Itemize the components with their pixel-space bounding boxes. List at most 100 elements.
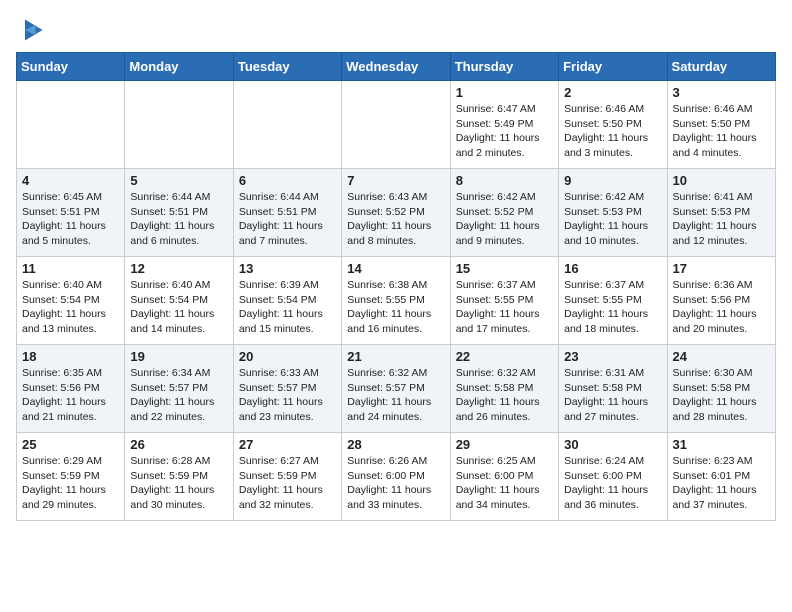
day-info: Sunrise: 6:23 AMSunset: 6:01 PMDaylight:… [673,454,770,513]
week-row-2: 4 Sunrise: 6:45 AMSunset: 5:51 PMDaylight… [17,169,776,257]
calendar-cell: 24 Sunrise: 6:30 AMSunset: 5:58 PMDayligh… [667,345,775,433]
day-number: 21 [347,349,444,364]
day-info: Sunrise: 6:30 AMSunset: 5:58 PMDaylight:… [673,366,770,425]
calendar-cell: 30 Sunrise: 6:24 AMSunset: 6:00 PMDayligh… [559,433,667,521]
day-number: 31 [673,437,770,452]
day-number: 30 [564,437,661,452]
day-number: 29 [456,437,553,452]
calendar-cell: 8 Sunrise: 6:42 AMSunset: 5:52 PMDaylight… [450,169,558,257]
calendar-cell: 17 Sunrise: 6:36 AMSunset: 5:56 PMDayligh… [667,257,775,345]
calendar-cell: 31 Sunrise: 6:23 AMSunset: 6:01 PMDayligh… [667,433,775,521]
calendar-cell: 19 Sunrise: 6:34 AMSunset: 5:57 PMDayligh… [125,345,233,433]
day-info: Sunrise: 6:33 AMSunset: 5:57 PMDaylight:… [239,366,336,425]
calendar-cell: 9 Sunrise: 6:42 AMSunset: 5:53 PMDaylight… [559,169,667,257]
day-info: Sunrise: 6:31 AMSunset: 5:58 PMDaylight:… [564,366,661,425]
day-info: Sunrise: 6:38 AMSunset: 5:55 PMDaylight:… [347,278,444,337]
day-number: 24 [673,349,770,364]
calendar-cell [342,81,450,169]
logo [16,16,46,44]
day-info: Sunrise: 6:32 AMSunset: 5:58 PMDaylight:… [456,366,553,425]
calendar-cell: 3 Sunrise: 6:46 AMSunset: 5:50 PMDaylight… [667,81,775,169]
calendar-cell: 12 Sunrise: 6:40 AMSunset: 5:54 PMDayligh… [125,257,233,345]
calendar-cell: 25 Sunrise: 6:29 AMSunset: 5:59 PMDayligh… [17,433,125,521]
day-info: Sunrise: 6:25 AMSunset: 6:00 PMDaylight:… [456,454,553,513]
day-number: 19 [130,349,227,364]
calendar-cell: 7 Sunrise: 6:43 AMSunset: 5:52 PMDaylight… [342,169,450,257]
day-info: Sunrise: 6:29 AMSunset: 5:59 PMDaylight:… [22,454,119,513]
day-number: 7 [347,173,444,188]
calendar-cell: 26Sunrise: 6:28 AMSunset: 5:59 PMDayligh… [125,433,233,521]
calendar-cell: 10 Sunrise: 6:41 AMSunset: 5:53 PMDayligh… [667,169,775,257]
day-number: 11 [22,261,119,276]
calendar-cell [17,81,125,169]
day-info: Sunrise: 6:32 AMSunset: 5:57 PMDaylight:… [347,366,444,425]
day-number: 6 [239,173,336,188]
day-info: Sunrise: 6:27 AMSunset: 5:59 PMDaylight:… [239,454,336,513]
calendar-cell: 27Sunrise: 6:27 AMSunset: 5:59 PMDayligh… [233,433,341,521]
calendar-cell: 16Sunrise: 6:37 AMSunset: 5:55 PMDayligh… [559,257,667,345]
calendar-cell [125,81,233,169]
day-number: 10 [673,173,770,188]
logo-icon [18,16,46,44]
day-info: Sunrise: 6:46 AMSunset: 5:50 PMDaylight:… [673,102,770,161]
day-header-monday: Monday [125,53,233,81]
page-header [16,16,776,44]
day-info: Sunrise: 6:40 AMSunset: 5:54 PMDaylight:… [22,278,119,337]
calendar-cell [233,81,341,169]
day-header-thursday: Thursday [450,53,558,81]
calendar-cell: 5Sunrise: 6:44 AMSunset: 5:51 PMDaylight… [125,169,233,257]
day-number: 9 [564,173,661,188]
calendar-cell: 29 Sunrise: 6:25 AMSunset: 6:00 PMDayligh… [450,433,558,521]
day-number: 13 [239,261,336,276]
day-number: 2 [564,85,661,100]
day-number: 15 [456,261,553,276]
calendar-cell: 21 Sunrise: 6:32 AMSunset: 5:57 PMDayligh… [342,345,450,433]
calendar-cell: 15 Sunrise: 6:37 AMSunset: 5:55 PMDayligh… [450,257,558,345]
day-info: Sunrise: 6:36 AMSunset: 5:56 PMDaylight:… [673,278,770,337]
calendar-cell: 28Sunrise: 6:26 AMSunset: 6:00 PMDayligh… [342,433,450,521]
day-number: 20 [239,349,336,364]
calendar-cell: 18Sunrise: 6:35 AMSunset: 5:56 PMDayligh… [17,345,125,433]
day-info: Sunrise: 6:24 AMSunset: 6:00 PMDaylight:… [564,454,661,513]
calendar-table: SundayMondayTuesdayWednesdayThursdayFrid… [16,52,776,521]
week-row-4: 18Sunrise: 6:35 AMSunset: 5:56 PMDayligh… [17,345,776,433]
day-info: Sunrise: 6:41 AMSunset: 5:53 PMDaylight:… [673,190,770,249]
day-info: Sunrise: 6:39 AMSunset: 5:54 PMDaylight:… [239,278,336,337]
day-info: Sunrise: 6:34 AMSunset: 5:57 PMDaylight:… [130,366,227,425]
day-number: 12 [130,261,227,276]
calendar-cell: 4 Sunrise: 6:45 AMSunset: 5:51 PMDaylight… [17,169,125,257]
day-number: 25 [22,437,119,452]
day-info: Sunrise: 6:44 AMSunset: 5:51 PMDaylight:… [239,190,336,249]
calendar-cell: 22 Sunrise: 6:32 AMSunset: 5:58 PMDayligh… [450,345,558,433]
day-number: 26 [130,437,227,452]
week-row-1: 1Sunrise: 6:47 AMSunset: 5:49 PMDaylight… [17,81,776,169]
day-number: 4 [22,173,119,188]
day-header-tuesday: Tuesday [233,53,341,81]
day-number: 3 [673,85,770,100]
day-number: 5 [130,173,227,188]
calendar-cell: 20 Sunrise: 6:33 AMSunset: 5:57 PMDayligh… [233,345,341,433]
day-number: 8 [456,173,553,188]
day-number: 14 [347,261,444,276]
day-number: 22 [456,349,553,364]
calendar-cell: 13 Sunrise: 6:39 AMSunset: 5:54 PMDayligh… [233,257,341,345]
calendar-cell: 6 Sunrise: 6:44 AMSunset: 5:51 PMDaylight… [233,169,341,257]
day-info: Sunrise: 6:35 AMSunset: 5:56 PMDaylight:… [22,366,119,425]
calendar-cell: 14 Sunrise: 6:38 AMSunset: 5:55 PMDayligh… [342,257,450,345]
day-info: Sunrise: 6:45 AMSunset: 5:51 PMDaylight:… [22,190,119,249]
day-header-sunday: Sunday [17,53,125,81]
day-number: 23 [564,349,661,364]
day-number: 1 [456,85,553,100]
day-info: Sunrise: 6:37 AMSunset: 5:55 PMDaylight:… [456,278,553,337]
day-info: Sunrise: 6:40 AMSunset: 5:54 PMDaylight:… [130,278,227,337]
day-number: 16 [564,261,661,276]
day-info: Sunrise: 6:42 AMSunset: 5:53 PMDaylight:… [564,190,661,249]
day-header-wednesday: Wednesday [342,53,450,81]
day-info: Sunrise: 6:43 AMSunset: 5:52 PMDaylight:… [347,190,444,249]
calendar-cell: 23 Sunrise: 6:31 AMSunset: 5:58 PMDayligh… [559,345,667,433]
header-row: SundayMondayTuesdayWednesdayThursdayFrid… [17,53,776,81]
week-row-5: 25 Sunrise: 6:29 AMSunset: 5:59 PMDayligh… [17,433,776,521]
day-info: Sunrise: 6:42 AMSunset: 5:52 PMDaylight:… [456,190,553,249]
day-header-friday: Friday [559,53,667,81]
day-number: 17 [673,261,770,276]
